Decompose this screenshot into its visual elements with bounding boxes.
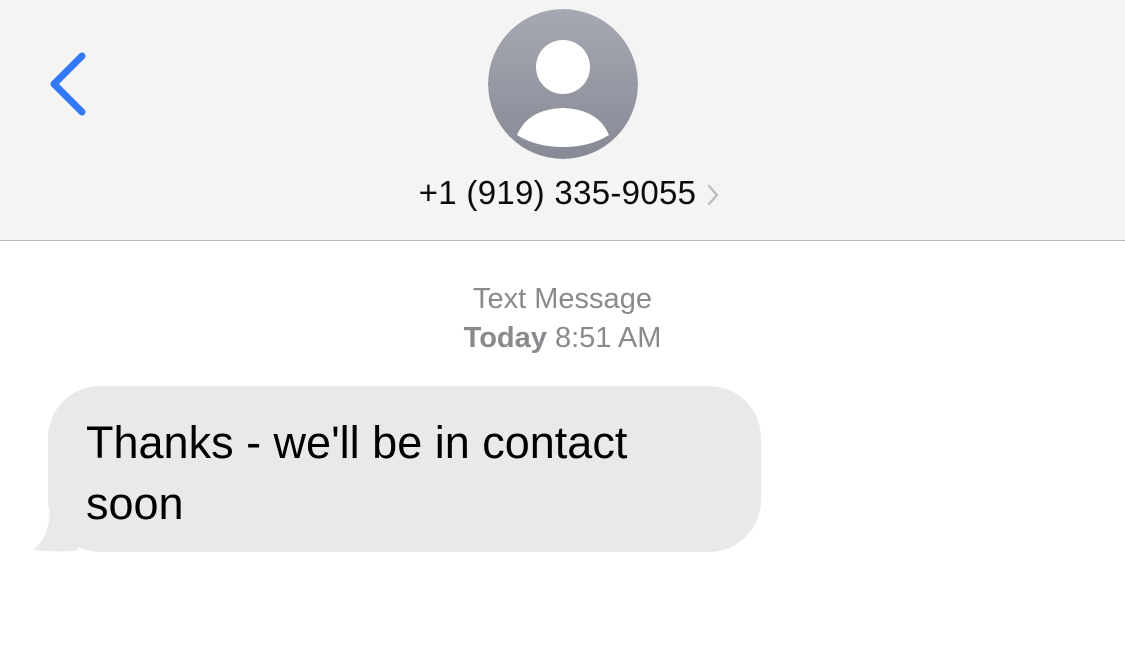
avatar[interactable] <box>488 9 638 159</box>
chevron-right-icon <box>706 183 720 207</box>
back-button[interactable] <box>42 46 98 122</box>
timestamp-day: Today <box>463 322 547 354</box>
message-timestamp: Text Message Today 8:51 AM <box>0 280 1125 358</box>
contact-name: +1 (919) 335-9055 <box>418 174 697 211</box>
timestamp: Today 8:51 AM <box>0 319 1125 358</box>
person-silhouette-icon <box>488 9 638 159</box>
message-text: Thanks - we'll be in contact soon <box>86 417 628 529</box>
contact-details-link[interactable]: +1 (919) 335-9055 <box>0 170 1125 216</box>
service-label: Text Message <box>473 283 652 315</box>
incoming-message-bubble[interactable]: Thanks - we'll be in contact soon <box>48 386 761 552</box>
timestamp-time: 8:51 AM <box>554 322 662 354</box>
chevron-left-icon <box>50 52 86 116</box>
conversation-header: +1 (919) 335-9055 <box>0 0 1125 241</box>
messages-conversation-screen: +1 (919) 335-9055 Text Message Today 8:5… <box>0 0 1125 650</box>
